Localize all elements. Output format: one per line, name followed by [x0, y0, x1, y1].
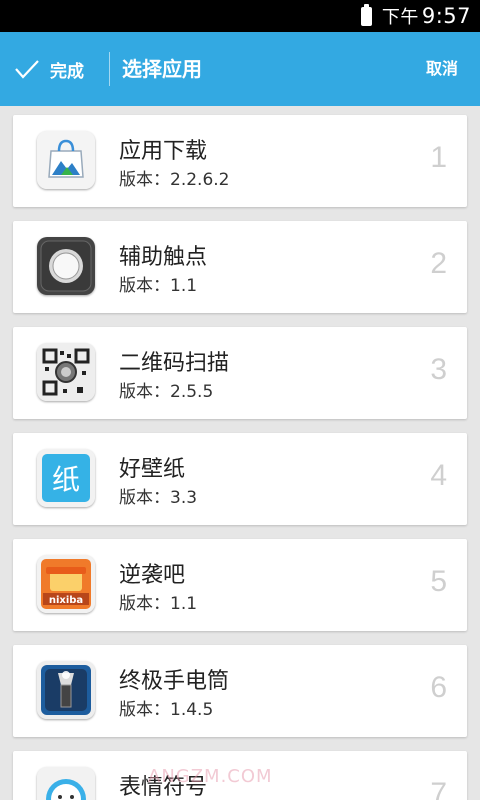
done-label: 完成: [50, 61, 84, 82]
list-item[interactable]: 二维码扫描 版本：2.5.5 3: [13, 327, 467, 419]
action-bar: 完成 选择应用 取消: [0, 32, 480, 106]
wallpaper-icon: 纸: [37, 449, 95, 507]
list-item[interactable]: 应用下载 版本：2.2.6.2 1: [13, 115, 467, 207]
app-version: 版本：1.1: [119, 276, 198, 296]
time-value: 9:57: [421, 4, 471, 28]
app-version: 版本：1.4.5: [119, 700, 214, 720]
flashlight-icon: [37, 661, 95, 719]
list-item[interactable]: nixiba 逆袭吧 版本：1.1 5: [13, 539, 467, 631]
app-index: 2: [430, 247, 447, 280]
nixiba-icon-label: nixiba: [49, 595, 83, 606]
assistive-touch-icon: [37, 237, 95, 295]
emoji-icon: [37, 767, 95, 800]
app-version: 版本：1.1: [119, 594, 198, 614]
wallpaper-icon-glyph: 纸: [52, 463, 80, 496]
qr-scanner-icon: [37, 343, 95, 401]
app-name: 二维码扫描: [119, 351, 230, 376]
app-name: 逆袭吧: [119, 563, 186, 588]
app-name: 好壁纸: [119, 457, 186, 482]
app-version: 版本：2.5.5: [119, 382, 214, 402]
done-button[interactable]: 完成: [0, 32, 108, 106]
status-bar: 下午 9:57: [0, 0, 480, 32]
app-version: 版本：3.3: [119, 488, 198, 508]
app-name: 辅助触点: [119, 245, 208, 270]
app-index: 7: [430, 777, 447, 800]
list-item[interactable]: 辅助触点 版本：1.1 2: [13, 221, 467, 313]
nixiba-icon: nixiba: [37, 555, 95, 613]
app-store-bag-icon: [37, 131, 95, 189]
list-item[interactable]: 纸 好壁纸 版本：3.3 4: [13, 433, 467, 525]
action-bar-divider: [109, 52, 110, 86]
app-version: 版本：2.2.6.2: [119, 170, 230, 190]
app-name: 终极手电筒: [119, 669, 230, 694]
app-index: 1: [430, 141, 447, 174]
app-index: 5: [430, 565, 447, 598]
app-index: 3: [430, 353, 447, 386]
battery-icon: [360, 3, 372, 26]
watermark: ANGZM.COM: [148, 766, 273, 787]
check-icon: [15, 60, 39, 79]
app-index: 6: [430, 671, 447, 704]
time-prefix: 下午: [381, 7, 419, 28]
app-name: 应用下载: [119, 139, 208, 164]
cancel-button[interactable]: 取消: [426, 32, 458, 106]
app-index: 4: [430, 459, 447, 492]
status-time: 下午 9:57: [382, 3, 471, 29]
page-title: 选择应用: [122, 57, 202, 81]
list-item[interactable]: 终极手电筒 版本：1.4.5 6: [13, 645, 467, 737]
